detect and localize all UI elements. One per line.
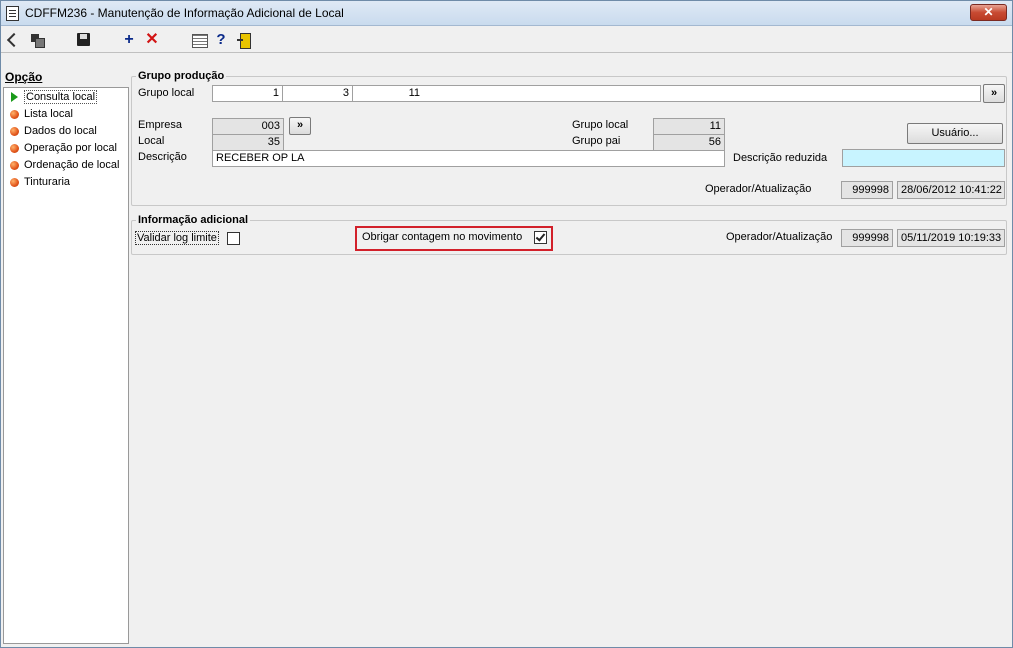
local-field: 35 (212, 134, 284, 151)
empresa-label: Empresa (138, 119, 183, 131)
save-icon[interactable] (76, 32, 92, 48)
empresa-field: 003 (212, 118, 284, 135)
close-button[interactable]: ✕ (970, 4, 1007, 21)
sidebar-item-label: Operação por local (24, 142, 117, 154)
grupo-local-field-2[interactable]: 3 (282, 85, 353, 102)
sidebar-item-ordenacao-de-local[interactable]: Ordenação de local (9, 158, 119, 173)
validar-log-limite-checkbox[interactable] (227, 232, 240, 245)
sidebar-item-label: Tinturaria (24, 176, 71, 188)
exit-icon[interactable] (237, 32, 253, 49)
empresa-lookup-button[interactable]: » (289, 117, 311, 135)
operador-atualizacao-label-2: Operador/Atualização (726, 231, 833, 243)
grupo-local-description-field[interactable] (423, 85, 981, 102)
descricao-field[interactable]: RECEBER OP LA (212, 150, 725, 167)
grupo-local-field-3[interactable]: 11 (352, 85, 424, 102)
orange-bullet-icon (10, 144, 19, 153)
application-window: CDFFM236 - Manutenção de Informação Adic… (0, 0, 1013, 648)
sidebar-item-lista-local[interactable]: Lista local (9, 107, 73, 122)
orange-bullet-icon (10, 161, 19, 170)
grupo-local-info-field: 11 (653, 118, 725, 135)
grupo-local-info-label: Grupo local (572, 119, 629, 131)
sidebar-item-dados-do-local[interactable]: Dados do local (9, 124, 97, 139)
sidebar-item-label: Ordenação de local (24, 159, 120, 171)
main-panel: Grupo produção Grupo local 1 3 11 » Empr… (130, 67, 1012, 647)
add-icon[interactable]: + (121, 32, 137, 48)
obrigar-contagem-label: Obrigar contagem no movimento (362, 231, 523, 243)
descricao-reduzida-label: Descrição reduzida (733, 152, 828, 164)
sidebar-item-operacao-por-local[interactable]: Operação por local (9, 141, 117, 156)
grupo-pai-label: Grupo pai (572, 135, 621, 147)
descricao-label: Descrição (138, 151, 187, 163)
delete-icon[interactable]: ✕ (144, 32, 160, 48)
grupo-local-field-1[interactable]: 1 (212, 85, 283, 102)
window-title: CDFFM236 - Manutenção de Informação Adic… (25, 6, 344, 20)
grupo-local-label: Grupo local (138, 87, 195, 99)
play-arrow-icon (11, 92, 18, 102)
sidebar-item-label: Lista local (24, 108, 73, 120)
copy-icon[interactable] (29, 32, 45, 48)
atualizacao-field-2: 05/11/2019 10:19:33 (897, 229, 1005, 247)
toolbar: + ✕ ? (1, 27, 1012, 53)
atualizacao-field: 28/06/2012 10:41:22 (897, 181, 1005, 199)
help-icon[interactable]: ? (213, 32, 229, 48)
sidebar-item-label: Dados do local (24, 125, 97, 137)
sidebar-item-label: Consulta local (24, 90, 98, 104)
sidebar-option-list: Consulta local Lista local Dados do loca… (3, 87, 129, 644)
descricao-reduzida-field[interactable] (842, 149, 1005, 167)
grid-icon[interactable] (191, 32, 208, 48)
informacao-adicional-title: Informação adicional (136, 214, 251, 226)
orange-bullet-icon (10, 127, 19, 136)
sidebar-item-consulta-local[interactable]: Consulta local (9, 90, 98, 105)
grupo-producao-title: Grupo produção (136, 70, 227, 82)
grupo-local-expand-button[interactable]: » (983, 84, 1005, 103)
operador-field-2: 999998 (841, 229, 893, 247)
obrigar-contagem-checkbox[interactable] (534, 231, 547, 244)
grupo-pai-field: 56 (653, 134, 725, 151)
operador-atualizacao-label: Operador/Atualização (705, 183, 812, 195)
checkmark-icon (535, 231, 546, 242)
title-bar: CDFFM236 - Manutenção de Informação Adic… (1, 1, 1012, 26)
orange-bullet-icon (10, 178, 19, 187)
operador-field: 999998 (841, 181, 893, 199)
sidebar-item-tinturaria[interactable]: Tinturaria (9, 175, 70, 190)
local-label: Local (138, 135, 165, 147)
usuario-button[interactable]: Usuário... (907, 123, 1003, 144)
first-record-icon[interactable] (6, 32, 22, 48)
validar-log-limite-label[interactable]: Validar log limite (135, 231, 219, 245)
document-icon (6, 6, 19, 21)
sidebar-heading: Opção (5, 70, 43, 84)
orange-bullet-icon (10, 110, 19, 119)
